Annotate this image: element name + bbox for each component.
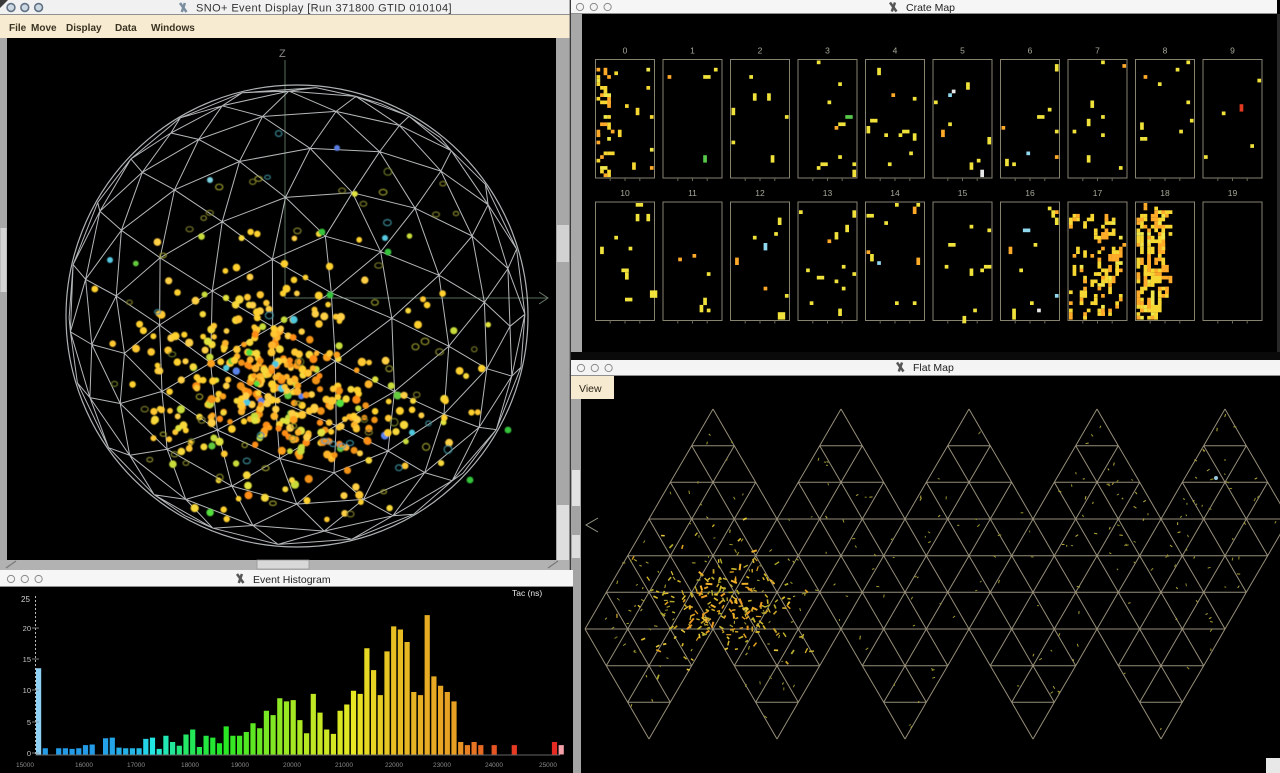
svg-text:19000: 19000 [231, 762, 249, 769]
svg-text:25: 25 [21, 595, 30, 604]
svg-text:6: 6 [1028, 46, 1033, 56]
svg-text:Event Histogram: Event Histogram [253, 574, 331, 586]
svg-text:18: 18 [1160, 188, 1170, 198]
svg-text:Data: Data [115, 23, 137, 34]
svg-text:10: 10 [23, 686, 31, 695]
svg-text:9: 9 [1230, 46, 1235, 56]
svg-text:3: 3 [825, 46, 830, 56]
svg-text:5: 5 [27, 718, 31, 727]
svg-text:17000: 17000 [127, 762, 145, 769]
svg-text:19: 19 [1228, 188, 1238, 198]
svg-text:12: 12 [755, 188, 765, 198]
svg-text:11: 11 [688, 188, 697, 198]
svg-text:Display: Display [66, 23, 102, 34]
svg-text:15000: 15000 [16, 762, 34, 769]
svg-text:Crate Map: Crate Map [906, 2, 955, 14]
svg-text:Tac (ns): Tac (ns) [512, 588, 542, 598]
svg-text:24000: 24000 [485, 762, 503, 769]
svg-text:0: 0 [623, 46, 628, 56]
svg-text:4: 4 [893, 46, 898, 56]
svg-text:21000: 21000 [335, 762, 353, 769]
svg-text:10: 10 [620, 188, 630, 198]
svg-text:14: 14 [890, 188, 900, 198]
svg-text:Move: Move [31, 23, 57, 34]
svg-text:1: 1 [690, 46, 695, 56]
svg-text:18000: 18000 [181, 762, 199, 769]
svg-text:Windows: Windows [151, 23, 195, 34]
svg-text:File: File [9, 23, 27, 34]
svg-text:13: 13 [823, 188, 833, 198]
svg-text:17: 17 [1093, 188, 1103, 198]
svg-text:5: 5 [960, 46, 965, 56]
svg-text:Flat Map: Flat Map [913, 362, 954, 374]
svg-text:SNO+ Event Display [Run 371800: SNO+ Event Display [Run 371800 GTID 0101… [196, 3, 452, 15]
svg-text:8: 8 [1163, 46, 1168, 56]
svg-text:20000: 20000 [283, 762, 301, 769]
svg-text:15: 15 [23, 655, 31, 664]
svg-text:16: 16 [1025, 188, 1035, 198]
svg-text:15: 15 [958, 188, 968, 198]
svg-text:View: View [579, 383, 602, 395]
svg-text:Z: Z [279, 48, 286, 60]
svg-text:23000: 23000 [433, 762, 451, 769]
svg-text:2: 2 [758, 46, 763, 56]
svg-text:20: 20 [23, 624, 31, 633]
svg-text:25000: 25000 [539, 762, 557, 769]
svg-text:22000: 22000 [385, 762, 403, 769]
svg-text:7: 7 [1095, 46, 1100, 56]
svg-text:0: 0 [27, 749, 31, 758]
svg-text:16000: 16000 [75, 762, 93, 769]
